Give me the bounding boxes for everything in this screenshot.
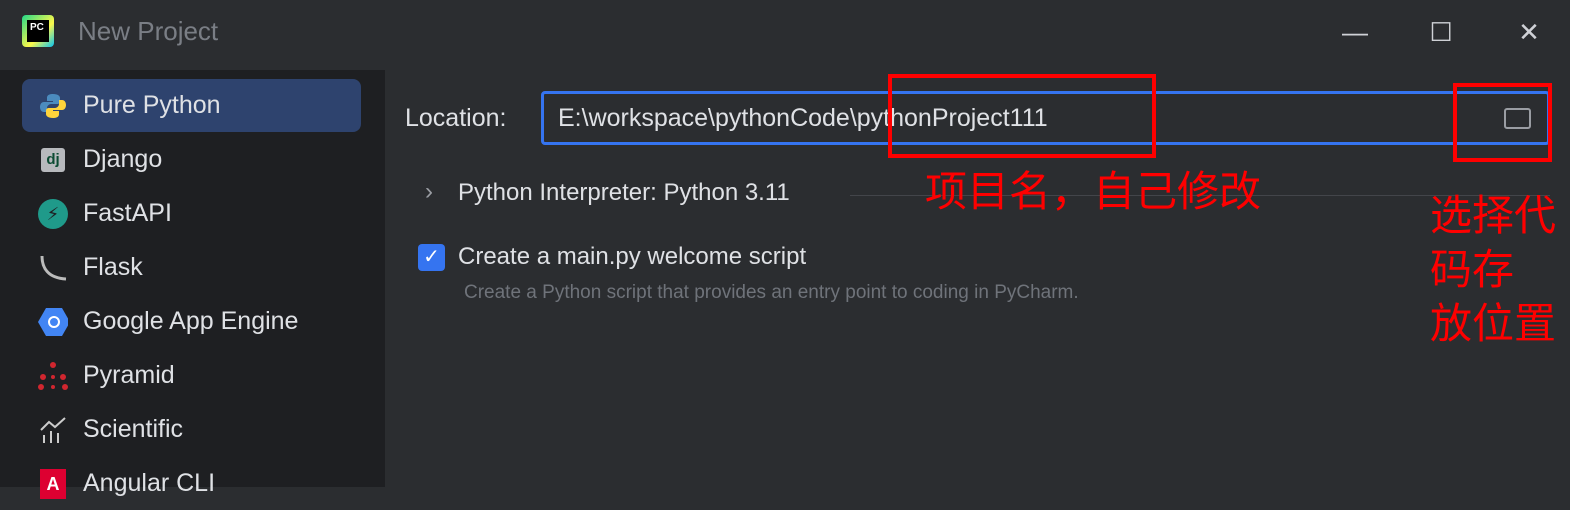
annotation-location-2: 码存: [1430, 245, 1515, 294]
python-icon: [38, 91, 68, 121]
sidebar-item-fastapi[interactable]: ⚡ FastAPI: [22, 187, 361, 240]
sidebar-item-angular-cli[interactable]: A Angular CLI: [22, 457, 361, 510]
google-app-engine-icon: [38, 307, 68, 337]
annotation-location-1: 选择代: [1430, 191, 1557, 240]
sidebar-item-label: FastAPI: [83, 199, 172, 227]
annotation-box-project-name: [888, 74, 1156, 158]
pyramid-icon: [38, 361, 68, 391]
annotation-project-name: 项目名，自己修改: [925, 167, 1262, 216]
welcome-script-label[interactable]: Create a main.py welcome script: [458, 243, 806, 271]
logo-text: PC: [27, 20, 49, 42]
sidebar-item-flask[interactable]: Flask: [22, 241, 361, 294]
sidebar-item-label: Pyramid: [83, 361, 175, 389]
sidebar-item-label: Google App Engine: [83, 307, 299, 335]
sidebar-item-google-app-engine[interactable]: Google App Engine: [22, 295, 361, 348]
sidebar-item-label: Scientific: [83, 415, 184, 443]
sidebar-item-pure-python[interactable]: Pure Python: [22, 79, 361, 132]
close-button[interactable]: ✕: [1509, 14, 1549, 50]
minimize-button[interactable]: —: [1335, 14, 1375, 50]
location-label: Location:: [405, 104, 507, 132]
project-type-sidebar: Pure Python dj Django ⚡ FastAPI Flask Go…: [0, 70, 385, 499]
sidebar-item-label: Angular CLI: [83, 469, 216, 497]
python-interpreter-toggle[interactable]: Python Interpreter: Python 3.11: [458, 179, 790, 207]
annotation-location-3: 放位置: [1430, 299, 1557, 348]
annotation-box-folder: [1453, 83, 1552, 162]
pycharm-logo-icon: PC: [22, 15, 54, 47]
chevron-right-icon[interactable]: ›: [425, 178, 433, 206]
sidebar-item-django[interactable]: dj Django: [22, 133, 361, 186]
flask-icon: [38, 253, 68, 283]
welcome-script-checkbox[interactable]: ✓: [418, 244, 445, 271]
maximize-button[interactable]: ☐: [1421, 14, 1461, 50]
scientific-icon: [38, 415, 68, 445]
sidebar-item-label: Flask: [83, 253, 143, 281]
angular-icon: A: [38, 469, 68, 499]
sidebar-item-pyramid[interactable]: Pyramid: [22, 349, 361, 402]
fastapi-icon: ⚡: [38, 199, 68, 229]
django-icon: dj: [38, 145, 68, 175]
sidebar-item-label: Django: [83, 145, 163, 173]
welcome-script-description: Create a Python script that provides an …: [464, 282, 1079, 303]
sidebar-item-label: Pure Python: [83, 91, 221, 119]
sidebar-item-scientific[interactable]: Scientific: [22, 403, 361, 456]
window-title: New Project: [78, 16, 219, 46]
